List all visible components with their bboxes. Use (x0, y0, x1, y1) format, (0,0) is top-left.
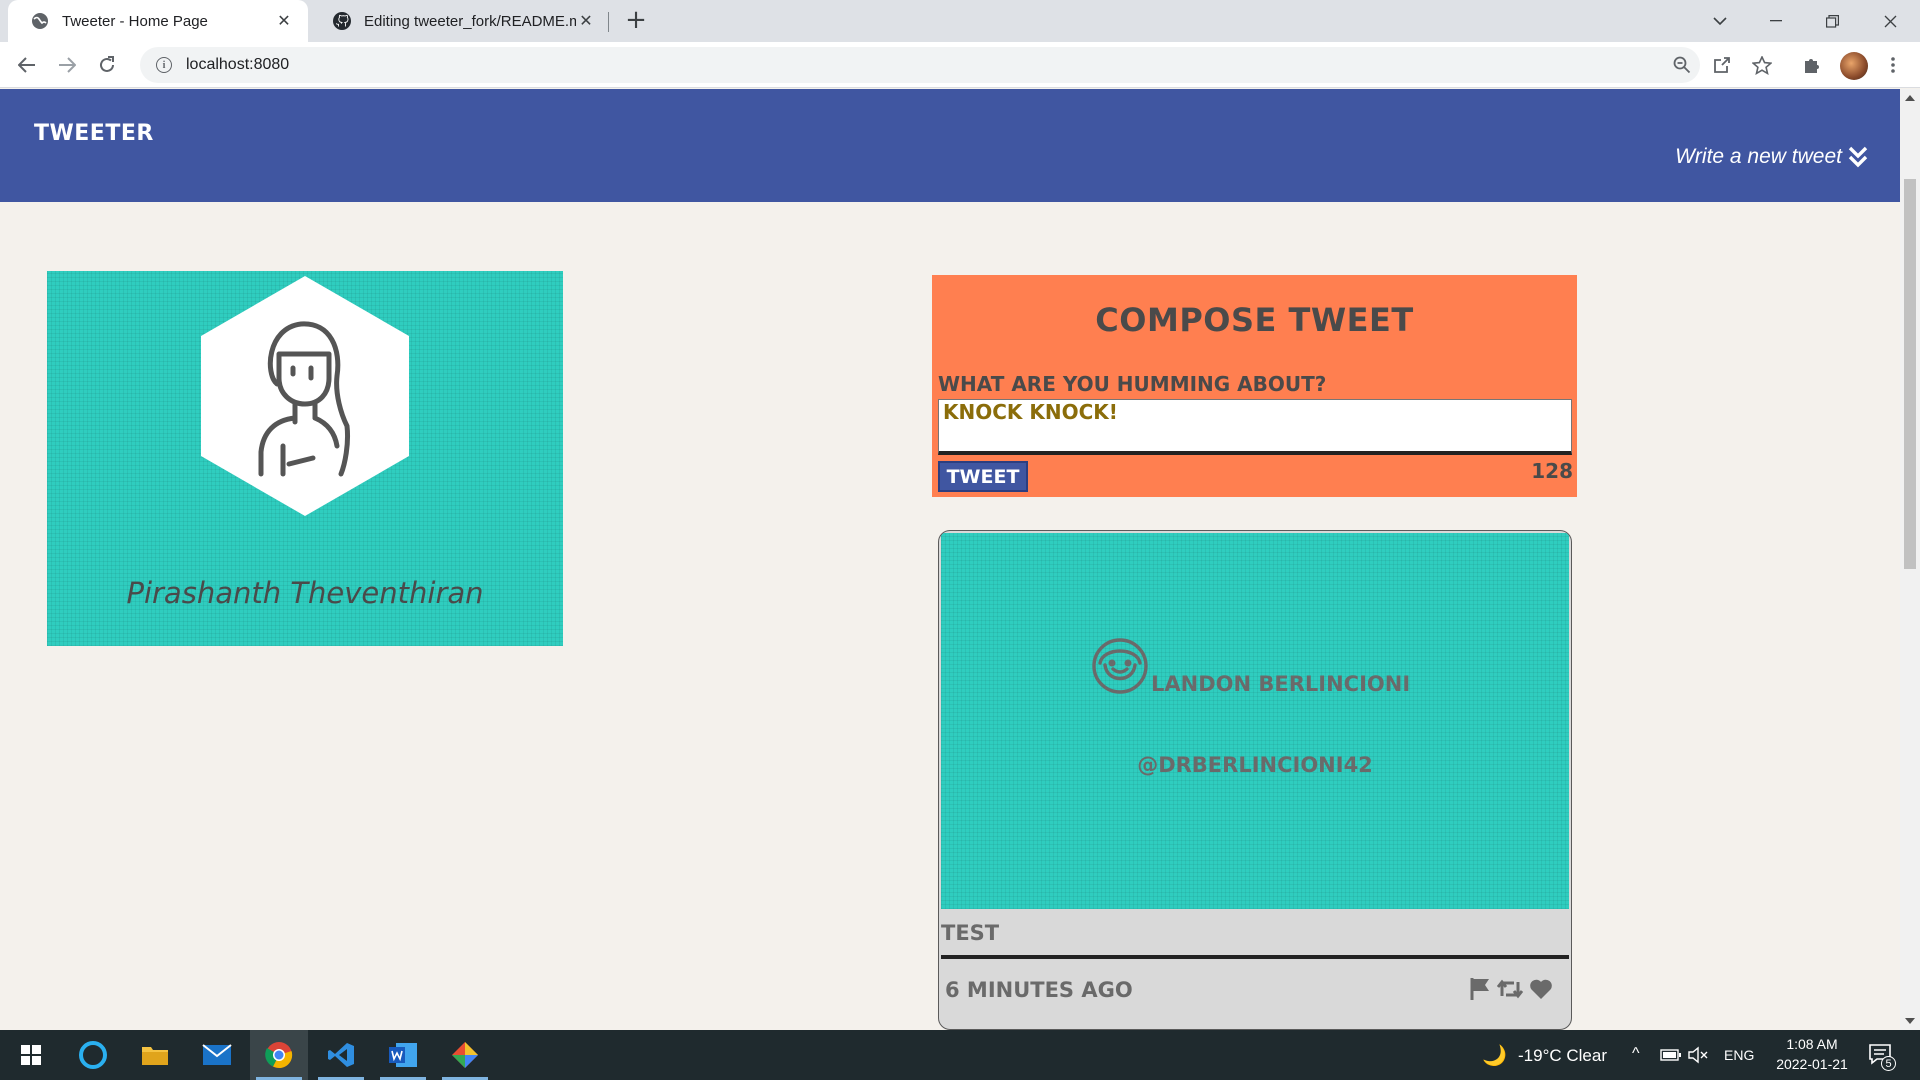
tweet-author-name: LANDON BERLINCIONI (1151, 672, 1411, 696)
tweet-timestamp: 6 MINUTES AGO (945, 978, 1133, 1002)
write-new-tweet-label: Write a new tweet (1675, 145, 1842, 168)
tweet-content: TEST (941, 921, 1000, 945)
close-tab-icon[interactable]: ✕ (274, 11, 294, 31)
close-window-icon[interactable] (1862, 0, 1918, 42)
flag-icon[interactable] (1469, 977, 1491, 1001)
notification-count-badge: 5 (1881, 1056, 1896, 1071)
tab-title: Tweeter - Home Page (62, 12, 208, 30)
brand-logo[interactable]: TWEETER (34, 121, 154, 146)
clock-time[interactable]: 1:08 AM (1782, 1036, 1842, 1052)
file-explorer-icon[interactable] (126, 1030, 184, 1080)
scroll-up-icon[interactable] (1905, 95, 1915, 101)
reload-icon[interactable] (92, 50, 122, 80)
woman-avatar-icon (258, 321, 350, 477)
compose-title: COMPOSE TWEET (1095, 301, 1414, 339)
tweet-card: LANDON BERLINCIONI @DRBERLINCIONI42 TEST… (938, 530, 1572, 1030)
tab-github-readme[interactable]: Editing tweeter_fork/README.md ✕ (310, 0, 610, 42)
zoom-icon[interactable] (1669, 52, 1695, 78)
retweet-icon[interactable] (1497, 978, 1523, 1000)
scroll-down-icon[interactable] (1905, 1018, 1915, 1024)
battery-icon[interactable] (1660, 1048, 1682, 1062)
tweet-actions (1469, 977, 1553, 1001)
tweet-header: LANDON BERLINCIONI @DRBERLINCIONI42 (941, 533, 1569, 909)
tweet-divider (941, 955, 1569, 959)
github-icon (333, 12, 351, 30)
site-info-icon[interactable]: i (156, 57, 172, 73)
heart-icon[interactable] (1529, 978, 1553, 1000)
menu-kebab-icon[interactable] (1880, 52, 1906, 78)
user-avatar-icon (1092, 638, 1148, 694)
bookmark-star-icon[interactable] (1749, 52, 1775, 78)
page-scrollbar[interactable] (1900, 89, 1920, 1030)
tweet-author-handle: @DRBERLINCIONI42 (1137, 753, 1373, 777)
scrollbar-thumb[interactable] (1904, 179, 1916, 569)
git-tool-icon[interactable] (436, 1030, 494, 1080)
profile-header: Pirashanth Theventhiran (47, 271, 563, 646)
language-indicator[interactable]: ENG (1724, 1047, 1754, 1063)
tweet-submit-button[interactable]: TWEET (938, 461, 1028, 492)
tab-search-icon[interactable] (1692, 0, 1748, 42)
back-arrow-icon[interactable] (12, 50, 42, 80)
windows-start-icon[interactable] (2, 1030, 60, 1080)
address-bar[interactable]: i localhost:8080 (140, 47, 1700, 83)
forward-arrow-icon[interactable] (52, 50, 82, 80)
browser-tab-strip: Tweeter - Home Page ✕ Editing tweeter_fo… (0, 0, 1920, 42)
tab-separator (608, 12, 609, 32)
double-chevron-down-icon (1848, 146, 1868, 168)
compose-prompt-label: WHAT ARE YOU HUMMING ABOUT? (938, 372, 1327, 396)
site-navbar: TWEETER Write a new tweet (0, 89, 1900, 202)
character-counter: 128 (1531, 459, 1573, 483)
profile-avatar-hexagon (201, 276, 409, 516)
windows-taskbar: 🌙 -19°C Clear ^ ENG 1:08 AM 2022-01-21 5 (0, 1030, 1920, 1080)
vscode-icon[interactable] (312, 1030, 370, 1080)
tab-title: Editing tweeter_fork/README.md (364, 12, 576, 30)
cortana-icon[interactable] (64, 1030, 122, 1080)
write-new-tweet-link[interactable]: Write a new tweet (1675, 145, 1868, 169)
chrome-taskbar-icon[interactable] (250, 1030, 308, 1080)
weather-text[interactable]: -19°C Clear (1518, 1046, 1607, 1066)
globe-icon (32, 13, 48, 29)
moon-weather-icon[interactable]: 🌙 (1482, 1043, 1507, 1068)
share-icon[interactable] (1709, 52, 1735, 78)
close-tab-icon[interactable]: ✕ (576, 11, 596, 31)
word-icon[interactable] (374, 1030, 432, 1080)
browser-toolbar: i localhost:8080 (0, 42, 1920, 88)
show-hidden-icons-chevron-icon[interactable]: ^ (1632, 1045, 1640, 1063)
tweet-text-input[interactable]: KNOCK KNOCK! (938, 399, 1572, 455)
clock-date[interactable]: 2022-01-21 (1768, 1056, 1856, 1072)
speaker-muted-icon[interactable] (1688, 1046, 1708, 1064)
minimize-window-icon[interactable] (1748, 0, 1804, 42)
restore-window-icon[interactable] (1804, 0, 1860, 42)
tab-tweeter-home[interactable]: Tweeter - Home Page ✕ (8, 0, 308, 42)
mail-icon[interactable] (188, 1030, 246, 1080)
page-viewport: TWEETER Write a new tweet Pirashanth The… (0, 89, 1900, 1030)
profile-name: Pirashanth Theventhiran (126, 576, 484, 610)
extensions-puzzle-icon[interactable] (1799, 52, 1825, 78)
compose-tweet-section: COMPOSE TWEET WHAT ARE YOU HUMMING ABOUT… (932, 275, 1577, 497)
profile-avatar[interactable] (1840, 52, 1868, 80)
new-tab-button[interactable]: + (622, 5, 650, 35)
url-text: localhost:8080 (186, 56, 290, 73)
